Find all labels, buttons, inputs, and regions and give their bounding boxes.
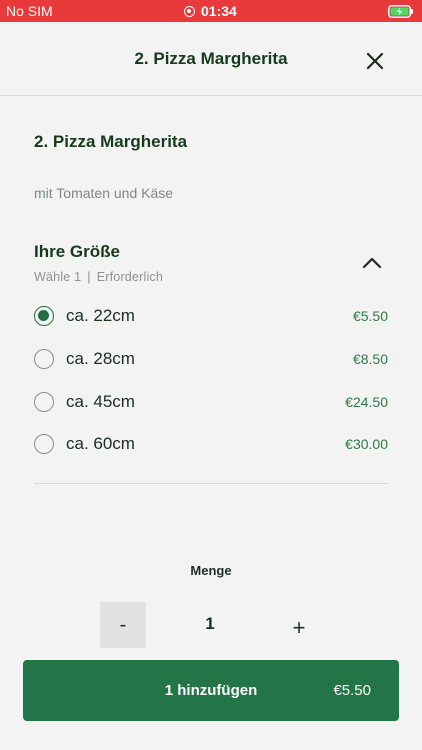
size-section-subtitle: Wähle 1 | Erforderlich — [34, 270, 163, 284]
option-price: €8.50 — [352, 351, 388, 367]
option-label: ca. 28cm — [66, 349, 135, 368]
add-button-price: €5.50 — [333, 682, 371, 699]
product-title: 2. Pizza Margherita — [34, 132, 188, 151]
battery-charging-icon — [388, 5, 413, 18]
modal-header: 2. Pizza Margherita — [0, 22, 422, 96]
size-option-22cm[interactable]: ca. 22cm €5.50 — [34, 300, 388, 332]
status-bar: No SIM 01:34 — [0, 0, 422, 22]
carrier-text: No SIM — [6, 3, 53, 19]
subtitle-separator: | — [87, 270, 91, 284]
option-label: ca. 45cm — [66, 392, 135, 411]
header-title: 2. Pizza Margherita — [134, 49, 288, 68]
required-text: Erforderlich — [96, 270, 164, 284]
option-price: €24.50 — [345, 394, 388, 410]
screen-record-icon — [184, 5, 195, 17]
size-option-45cm[interactable]: ca. 45cm €24.50 — [34, 386, 388, 418]
size-option-60cm[interactable]: ca. 60cm €30.00 — [34, 428, 388, 460]
option-price: €30.00 — [345, 436, 388, 452]
choose-count-text: Wähle 1 — [34, 270, 82, 284]
chevron-up-icon[interactable] — [362, 256, 382, 270]
section-divider — [34, 483, 388, 484]
quantity-increase-button[interactable]: + — [276, 602, 322, 648]
quantity-label: Menge — [190, 563, 232, 578]
option-label: ca. 60cm — [66, 434, 135, 453]
status-center: 01:34 — [184, 3, 237, 19]
add-to-cart-button[interactable]: 1 hinzufügen €5.50 — [23, 660, 399, 721]
product-description: mit Tomaten und Käse — [34, 185, 174, 201]
clock-text: 01:34 — [201, 3, 237, 19]
quantity-value: 1 — [205, 614, 215, 633]
size-option-28cm[interactable]: ca. 28cm €8.50 — [34, 343, 388, 375]
product-options-screen: No SIM 01:34 2. Pizza Margherita 2. Pizz… — [0, 0, 422, 750]
radio-button[interactable] — [34, 434, 54, 454]
option-label: ca. 22cm — [66, 306, 135, 325]
size-section-title: Ihre Größe — [34, 242, 120, 261]
radio-button-selected[interactable] — [34, 306, 54, 326]
option-price: €5.50 — [352, 308, 388, 324]
radio-button[interactable] — [34, 349, 54, 369]
quantity-decrease-button[interactable]: - — [100, 602, 146, 648]
radio-button[interactable] — [34, 392, 54, 412]
close-icon[interactable] — [362, 48, 388, 74]
